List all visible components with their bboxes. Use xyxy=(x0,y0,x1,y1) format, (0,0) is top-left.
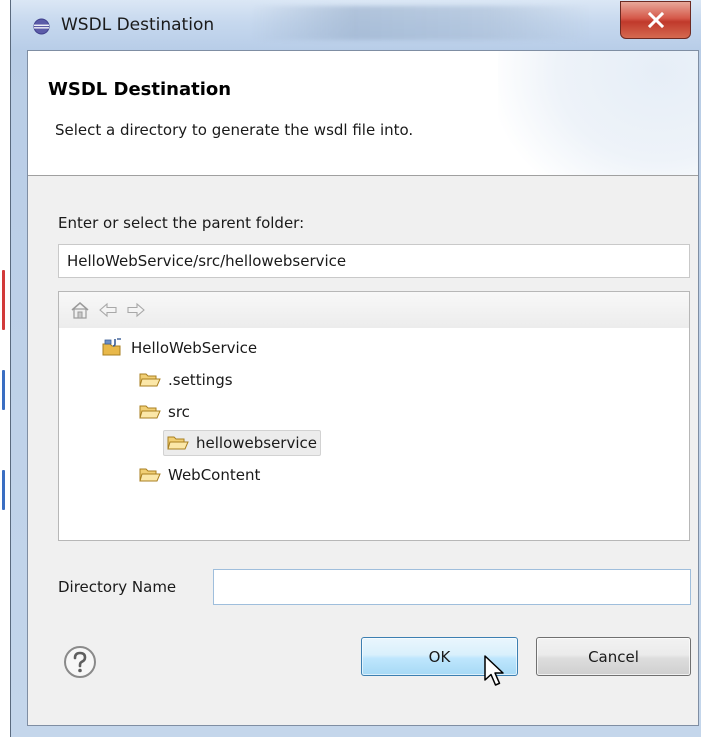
folder-icon xyxy=(139,468,161,482)
tree-item-hellowebservice[interactable]: HelloWebService xyxy=(99,335,260,361)
tree-item-label: src xyxy=(168,403,190,421)
tree-item-label: WebContent xyxy=(168,466,261,484)
edge-mark xyxy=(2,370,5,410)
help-icon[interactable] xyxy=(63,645,97,679)
dialog-body: WSDL Destination Select a directory to g… xyxy=(27,50,699,726)
tree-item-label: HelloWebService xyxy=(131,339,258,357)
parent-folder-input[interactable] xyxy=(58,244,690,278)
tree-item-src[interactable]: src xyxy=(136,399,193,425)
close-icon xyxy=(647,12,665,28)
window-frame: WSDL Destination WSDL Destination Select… xyxy=(10,0,701,737)
page-description: Select a directory to generate the wsdl … xyxy=(55,121,414,139)
tree-item-label: hellowebservice xyxy=(196,434,317,452)
title-bar-glare xyxy=(251,6,591,40)
cancel-button[interactable]: Cancel xyxy=(536,637,691,676)
close-button[interactable] xyxy=(620,1,691,39)
tree-item-hellowebservice-folder[interactable]: hellowebservice xyxy=(163,430,321,456)
home-icon[interactable] xyxy=(69,300,91,320)
folder-icon xyxy=(167,436,189,450)
wizard-header: WSDL Destination Select a directory to g… xyxy=(28,51,698,176)
header-decoration xyxy=(498,51,698,175)
screen: WSDL Destination WSDL Destination Select… xyxy=(0,0,701,737)
title-bar[interactable]: WSDL Destination xyxy=(11,0,701,50)
window-title: WSDL Destination xyxy=(61,15,215,35)
folder-tree[interactable]: HelloWebService .settings src hellowebse… xyxy=(58,291,690,541)
background-window-edge xyxy=(0,0,10,737)
forward-arrow-icon[interactable] xyxy=(125,300,147,320)
directory-name-input[interactable] xyxy=(213,569,691,605)
folder-icon xyxy=(139,405,161,419)
eclipse-icon xyxy=(33,18,50,35)
folder-icon xyxy=(139,373,161,387)
java-project-icon xyxy=(102,338,121,356)
directory-name-label: Directory Name xyxy=(58,578,177,596)
ok-button[interactable]: OK xyxy=(361,637,518,676)
tree-item-webcontent[interactable]: WebContent xyxy=(136,462,263,488)
tree-item-settings[interactable]: .settings xyxy=(136,367,236,393)
page-title: WSDL Destination xyxy=(48,79,232,100)
edge-mark xyxy=(2,270,5,330)
parent-folder-label: Enter or select the parent folder: xyxy=(58,214,305,232)
edge-mark xyxy=(2,470,5,510)
tree-toolbar xyxy=(59,292,689,328)
tree-item-label: .settings xyxy=(168,371,233,389)
back-arrow-icon[interactable] xyxy=(97,300,119,320)
